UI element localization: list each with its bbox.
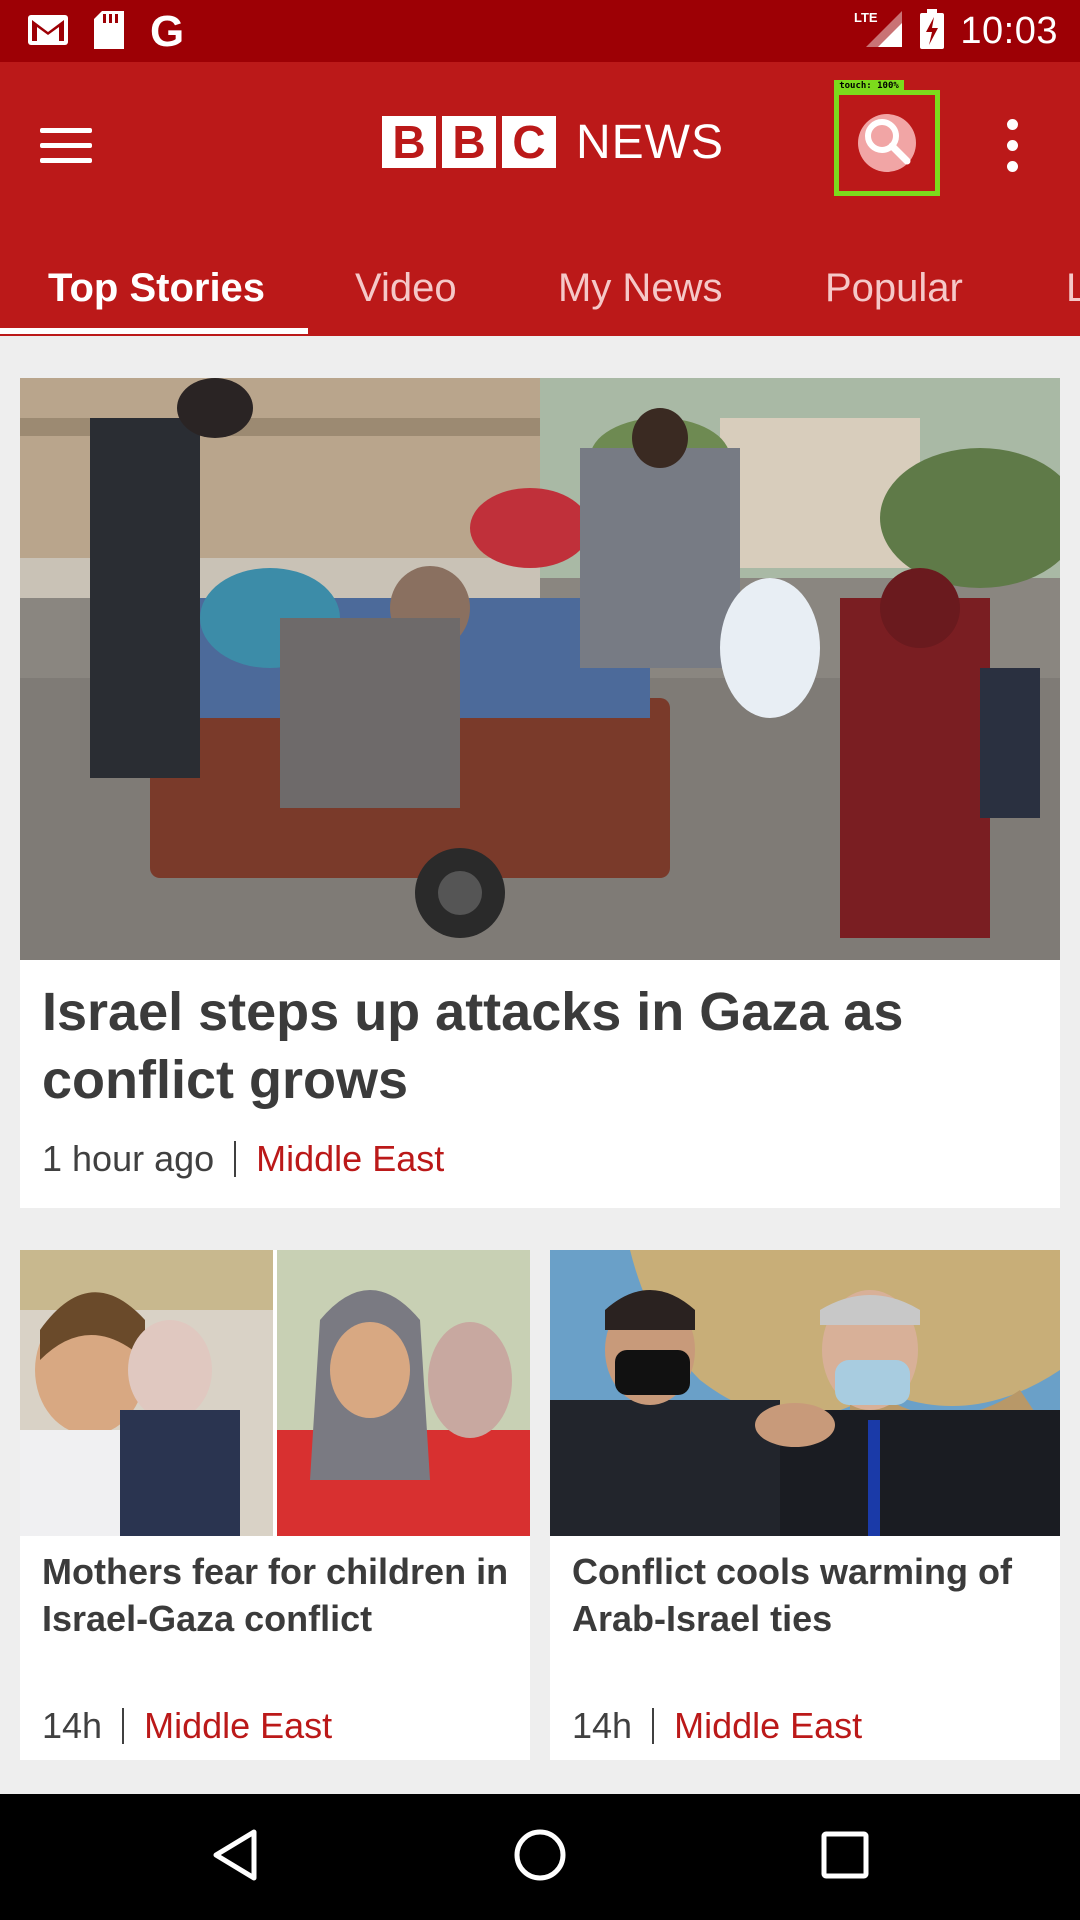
lte-signal-icon: LTE xyxy=(854,9,904,54)
svg-text:LTE: LTE xyxy=(854,10,878,25)
meta-divider xyxy=(652,1708,655,1744)
story-meta: 14h Middle East xyxy=(572,1705,862,1747)
section-tabs: Top Stories Video My News Popular L xyxy=(0,240,1080,336)
tab-my-news[interactable]: My News xyxy=(558,240,722,336)
back-icon xyxy=(210,1828,260,1887)
story-title: Mothers fear for children in Israel-Gaza… xyxy=(42,1551,509,1639)
story-image xyxy=(20,1250,530,1536)
hero-story-card[interactable]: Israel steps up attacks in Gaza as confl… xyxy=(20,378,1060,1208)
recents-icon xyxy=(820,1830,870,1885)
system-navigation-bar xyxy=(0,1794,1080,1920)
status-bar: G LTE 10:03 xyxy=(0,0,1080,62)
home-icon xyxy=(513,1828,567,1887)
sd-card-icon xyxy=(94,10,124,54)
story-title: Conflict cools warming of Arab-Israel ti… xyxy=(572,1551,1013,1639)
recents-button[interactable] xyxy=(800,1814,890,1900)
story-time: 14h xyxy=(42,1705,103,1746)
gmail-icon xyxy=(28,14,68,50)
tab-video[interactable]: Video xyxy=(355,240,457,336)
story-card[interactable]: Mothers fear for children in Israel-Gaza… xyxy=(20,1250,530,1760)
clock: 10:03 xyxy=(960,9,1058,52)
story-card[interactable]: Conflict cools warming of Arab-Israel ti… xyxy=(550,1250,1060,1760)
more-options-button[interactable] xyxy=(990,110,1034,180)
logo-letter: B xyxy=(442,116,496,168)
google-icon: G xyxy=(150,7,185,56)
app-bar: B B C NEWS touch: 100% Top Stories Video… xyxy=(0,62,1080,336)
touch-label: touch: 100% xyxy=(834,80,904,92)
hero-story-image xyxy=(20,378,1060,960)
story-category[interactable]: Middle East xyxy=(674,1705,862,1747)
hamburger-icon xyxy=(40,127,92,133)
meta-divider xyxy=(122,1708,125,1744)
notification-icons: G xyxy=(28,10,184,54)
home-button[interactable] xyxy=(495,1814,585,1900)
tab-top-stories[interactable]: Top Stories xyxy=(48,240,265,336)
story-category[interactable]: Middle East xyxy=(144,1705,332,1747)
story-category[interactable]: Middle East xyxy=(256,1138,444,1180)
meta-divider xyxy=(234,1141,237,1177)
logo-letter: B xyxy=(382,116,436,168)
bbc-news-logo: B B C NEWS xyxy=(382,112,724,172)
logo-letter: C xyxy=(502,116,556,168)
story-time: 14h xyxy=(572,1705,633,1746)
hero-story-title: Israel steps up attacks in Gaza as confl… xyxy=(42,982,904,1110)
battery-charging-icon xyxy=(920,8,945,54)
logo-word: NEWS xyxy=(576,115,724,169)
tab-partial[interactable]: L xyxy=(1066,240,1080,336)
tab-popular[interactable]: Popular xyxy=(825,240,963,336)
story-meta: 14h Middle East xyxy=(42,1705,332,1747)
back-button[interactable] xyxy=(190,1814,280,1900)
hero-story-meta: 1 hour ago Middle East xyxy=(42,1138,444,1180)
story-time: 1 hour ago xyxy=(42,1138,215,1179)
story-image xyxy=(550,1250,1060,1536)
search-button[interactable] xyxy=(834,90,940,196)
more-vert-icon xyxy=(1006,118,1018,130)
search-icon xyxy=(861,115,913,172)
active-tab-indicator xyxy=(0,328,308,334)
menu-button[interactable] xyxy=(40,112,106,178)
